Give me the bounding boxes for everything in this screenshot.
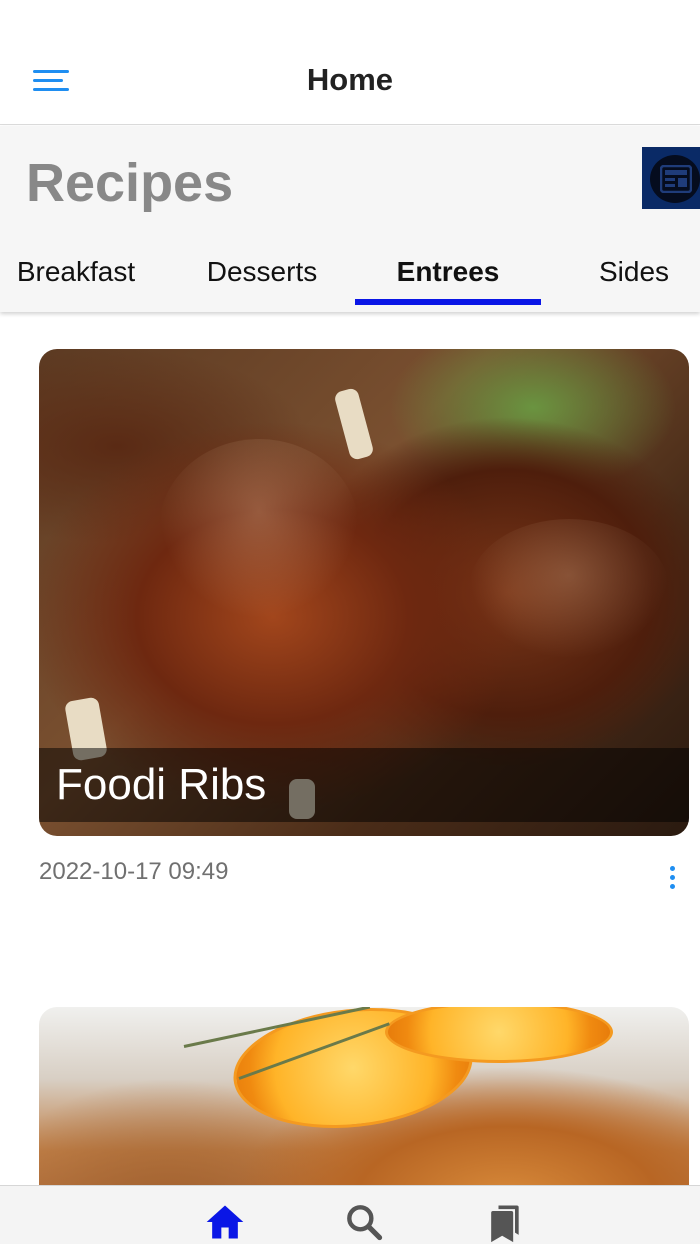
- tab-sides[interactable]: Sides: [541, 256, 700, 288]
- category-tabs: Breakfast Desserts Entrees Sides: [0, 246, 700, 306]
- app-bar: Home: [0, 0, 700, 125]
- rib-bone: [333, 387, 375, 461]
- bookmarks-icon[interactable]: [482, 1200, 526, 1244]
- tab-entrees[interactable]: Entrees: [355, 256, 541, 288]
- ribs-image-highlight: [469, 519, 669, 659]
- recipe-title: Foodi Ribs: [56, 760, 267, 809]
- search-icon[interactable]: [342, 1200, 386, 1244]
- tab-breakfast[interactable]: Breakfast: [0, 256, 169, 288]
- bottom-navigation: [0, 1185, 700, 1244]
- app-bar-title: Home: [306, 62, 394, 97]
- newspaper-icon: [660, 165, 692, 193]
- more-vertical-icon[interactable]: [664, 862, 682, 894]
- selected-tab-indicator: [355, 299, 541, 305]
- recipes-header: Recipes Breakfast Desserts Entrees Sides: [0, 126, 700, 312]
- recipe-timestamp: 2022-10-17 09:49: [39, 858, 229, 885]
- recipe-card[interactable]: Foodi Ribs: [39, 349, 689, 836]
- tab-desserts[interactable]: Desserts: [169, 256, 355, 288]
- card-title-overlay: Foodi Ribs: [39, 748, 689, 822]
- page-title: Recipes: [26, 153, 234, 213]
- home-icon[interactable]: [203, 1200, 247, 1244]
- newspaper-button[interactable]: [642, 147, 700, 209]
- ribs-image-highlight: [159, 439, 359, 619]
